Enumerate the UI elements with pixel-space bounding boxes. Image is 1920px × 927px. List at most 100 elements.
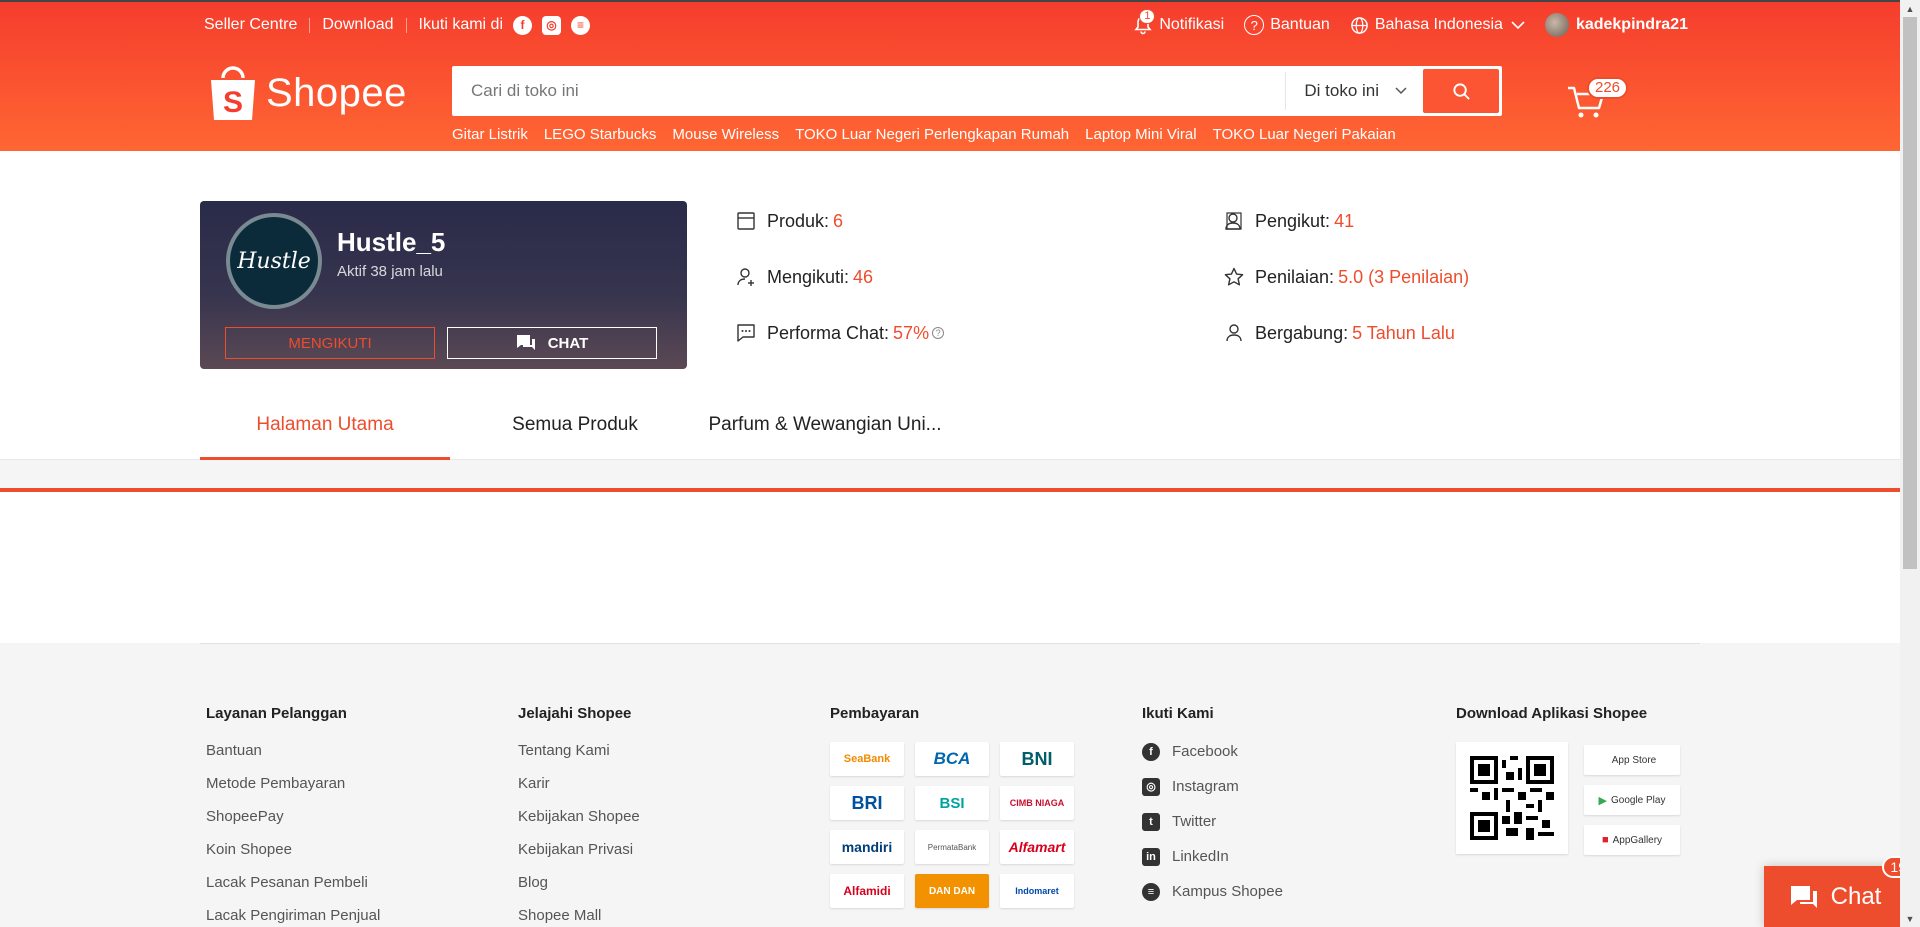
seller-centre-link[interactable]: Seller Centre bbox=[204, 16, 297, 34]
user-plus-icon bbox=[735, 266, 757, 288]
bell-icon: 1 bbox=[1133, 9, 1156, 35]
store-label: App Store bbox=[1611, 754, 1657, 766]
search-icon bbox=[1452, 82, 1471, 101]
suggestion-link[interactable]: Laptop Mini Viral bbox=[1085, 126, 1196, 143]
suggestion-link[interactable]: TOKO Luar Negeri Pakaian bbox=[1213, 126, 1396, 143]
page-scrollbar[interactable]: ▲ ▼ bbox=[1900, 0, 1920, 927]
footer-heading: Download Aplikasi Shopee bbox=[1456, 705, 1648, 722]
language-label: Bahasa Indonesia bbox=[1374, 16, 1503, 33]
footer-link[interactable]: Karir bbox=[518, 775, 640, 794]
account-menu[interactable]: kadekpindra21 bbox=[1544, 13, 1688, 37]
divider bbox=[405, 17, 407, 33]
tab-home[interactable]: Halaman Utama bbox=[200, 414, 450, 460]
instagram-icon: ◎ bbox=[1142, 777, 1160, 796]
scrollbar-thumb[interactable] bbox=[1903, 17, 1917, 569]
search-scope-dropdown[interactable]: Di toko ini bbox=[1285, 72, 1423, 110]
footer-link[interactable]: Lacak Pesanan Pembeli bbox=[206, 874, 380, 893]
footer-link[interactable]: ShopeePay bbox=[206, 808, 380, 827]
footer-heading: Pembayaran bbox=[830, 705, 920, 722]
search-bar: Di toko ini bbox=[452, 66, 1502, 116]
following-button[interactable]: Mengikuti bbox=[225, 327, 435, 359]
footer-heading: Layanan Pelanggan bbox=[206, 705, 347, 722]
suggestion-link[interactable]: Mouse Wireless bbox=[672, 126, 779, 143]
user-icon bbox=[1223, 322, 1245, 344]
scroll-up-arrow-icon[interactable]: ▲ bbox=[1900, 0, 1920, 17]
stat-followers: Pengikut: 41 bbox=[1223, 210, 1354, 232]
stat-joined: Bergabung: 5 Tahun Lalu bbox=[1223, 322, 1455, 344]
tab-all-products[interactable]: Semua Produk bbox=[450, 414, 700, 460]
google-play-button[interactable]: ▶ Google Play bbox=[1584, 785, 1680, 815]
help-link[interactable]: ? Bantuan bbox=[1244, 15, 1330, 35]
footer-link[interactable]: Bantuan bbox=[206, 742, 380, 761]
instagram-icon[interactable]: ◎ bbox=[542, 15, 561, 35]
store-icon bbox=[735, 210, 757, 232]
language-selector[interactable]: Bahasa Indonesia bbox=[1350, 16, 1525, 35]
footer-kampus-link[interactable]: ≡ Kampus Shopee bbox=[1142, 882, 1283, 901]
help-label: Bantuan bbox=[1270, 16, 1330, 33]
payment-logo-bni: BNI bbox=[1000, 742, 1074, 776]
content-band bbox=[0, 460, 1900, 490]
footer-link[interactable]: Koin Shopee bbox=[206, 841, 380, 860]
footer-link[interactable]: Kebijakan Privasi bbox=[518, 841, 640, 860]
store-label: Google Play bbox=[1610, 794, 1666, 806]
chat-button[interactable]: Chat bbox=[447, 327, 657, 359]
footer-linkedin-link[interactable]: in LinkedIn bbox=[1142, 847, 1283, 866]
stat-label: Mengikuti: bbox=[767, 266, 850, 287]
floating-chat-button[interactable]: Chat 19 bbox=[1764, 856, 1914, 927]
stat-value: 46 bbox=[853, 266, 874, 287]
footer-explore: Jelajahi Shopee Tentang Kami Karir Kebij… bbox=[518, 705, 640, 927]
footer-twitter-link[interactable]: t Twitter bbox=[1142, 812, 1283, 831]
search-input[interactable] bbox=[455, 69, 1286, 113]
shop-name: Hustle_5 bbox=[337, 227, 446, 257]
suggestion-link[interactable]: LEGO Starbucks bbox=[544, 126, 657, 143]
google-play-icon: ▶ bbox=[1598, 794, 1607, 807]
footer-link-label: Twitter bbox=[1172, 813, 1217, 830]
app-store-badges: App Store ▶ Google Play ■ AppGallery bbox=[1584, 745, 1680, 865]
footer-link[interactable]: Metode Pembayaran bbox=[206, 775, 380, 794]
chat-widget-label: Chat bbox=[1830, 882, 1882, 910]
payment-logo-bsi: BSI bbox=[915, 786, 989, 820]
footer-instagram-link[interactable]: ◎ Instagram bbox=[1142, 777, 1283, 796]
followers-icon bbox=[1223, 210, 1245, 232]
scroll-down-arrow-icon[interactable]: ▼ bbox=[1900, 910, 1920, 927]
facebook-icon[interactable]: f bbox=[513, 15, 532, 35]
appgallery-button[interactable]: ■ AppGallery bbox=[1584, 825, 1680, 855]
stat-label: Penilaian: bbox=[1255, 266, 1335, 287]
payment-logo-alfamidi: Alfamidi bbox=[830, 874, 904, 908]
stat-products: Produk: 6 bbox=[735, 210, 843, 232]
app-store-button[interactable]: App Store bbox=[1584, 745, 1680, 775]
footer-link[interactable]: Blog bbox=[518, 874, 640, 893]
shopee-logo[interactable]: S Shopee bbox=[208, 64, 407, 122]
follow-us-label: Ikuti kami di bbox=[418, 16, 503, 33]
shop-avatar[interactable]: Hustle bbox=[226, 213, 322, 309]
footer-link[interactable]: Kebijakan Shopee bbox=[518, 808, 640, 827]
search-button[interactable] bbox=[1423, 69, 1499, 113]
page: { "topnav": { "seller_centre": "Seller C… bbox=[0, 0, 1920, 927]
stat-chat-performance: Performa Chat: 57% ? bbox=[735, 322, 945, 344]
footer-heading: Ikuti Kami bbox=[1142, 705, 1214, 722]
footer-facebook-link[interactable]: f Facebook bbox=[1142, 742, 1283, 761]
graduation-cap-icon: ≡ bbox=[1142, 882, 1160, 901]
huawei-icon: ■ bbox=[1601, 834, 1609, 846]
notifications-link[interactable]: 1 Notifikasi bbox=[1133, 9, 1225, 35]
tab-perfume-category[interactable]: Parfum & Wewangian Uni... bbox=[700, 414, 950, 460]
help-circle-icon[interactable]: ? bbox=[932, 327, 945, 339]
footer-link[interactable]: Tentang Kami bbox=[518, 742, 640, 761]
footer-link[interactable]: Shopee Mall bbox=[518, 907, 640, 926]
suggestion-link[interactable]: Gitar Listrik bbox=[452, 126, 528, 143]
line-icon[interactable]: ≡ bbox=[571, 15, 590, 35]
payment-logo-bca: BCA bbox=[915, 742, 989, 776]
avatar bbox=[1544, 13, 1569, 37]
download-link[interactable]: Download bbox=[322, 16, 393, 34]
globe-icon bbox=[1350, 16, 1369, 35]
shop-avatar-text: Hustle bbox=[237, 248, 311, 274]
top-navbar: Seller Centre Download Ikuti kami di f ◎… bbox=[204, 9, 1688, 37]
chat-bubble-icon bbox=[735, 322, 757, 344]
notifications-label: Notifikasi bbox=[1159, 16, 1225, 33]
help-icon: ? bbox=[1244, 15, 1265, 35]
payment-logo-seabank: SeaBank bbox=[830, 742, 904, 776]
footer-link[interactable]: Lacak Pengiriman Penjual bbox=[206, 907, 380, 926]
chat-button-label: Chat bbox=[547, 334, 589, 352]
footer-link-label: Instagram bbox=[1172, 778, 1239, 795]
suggestion-link[interactable]: TOKO Luar Negeri Perlengkapan Rumah bbox=[795, 126, 1069, 143]
